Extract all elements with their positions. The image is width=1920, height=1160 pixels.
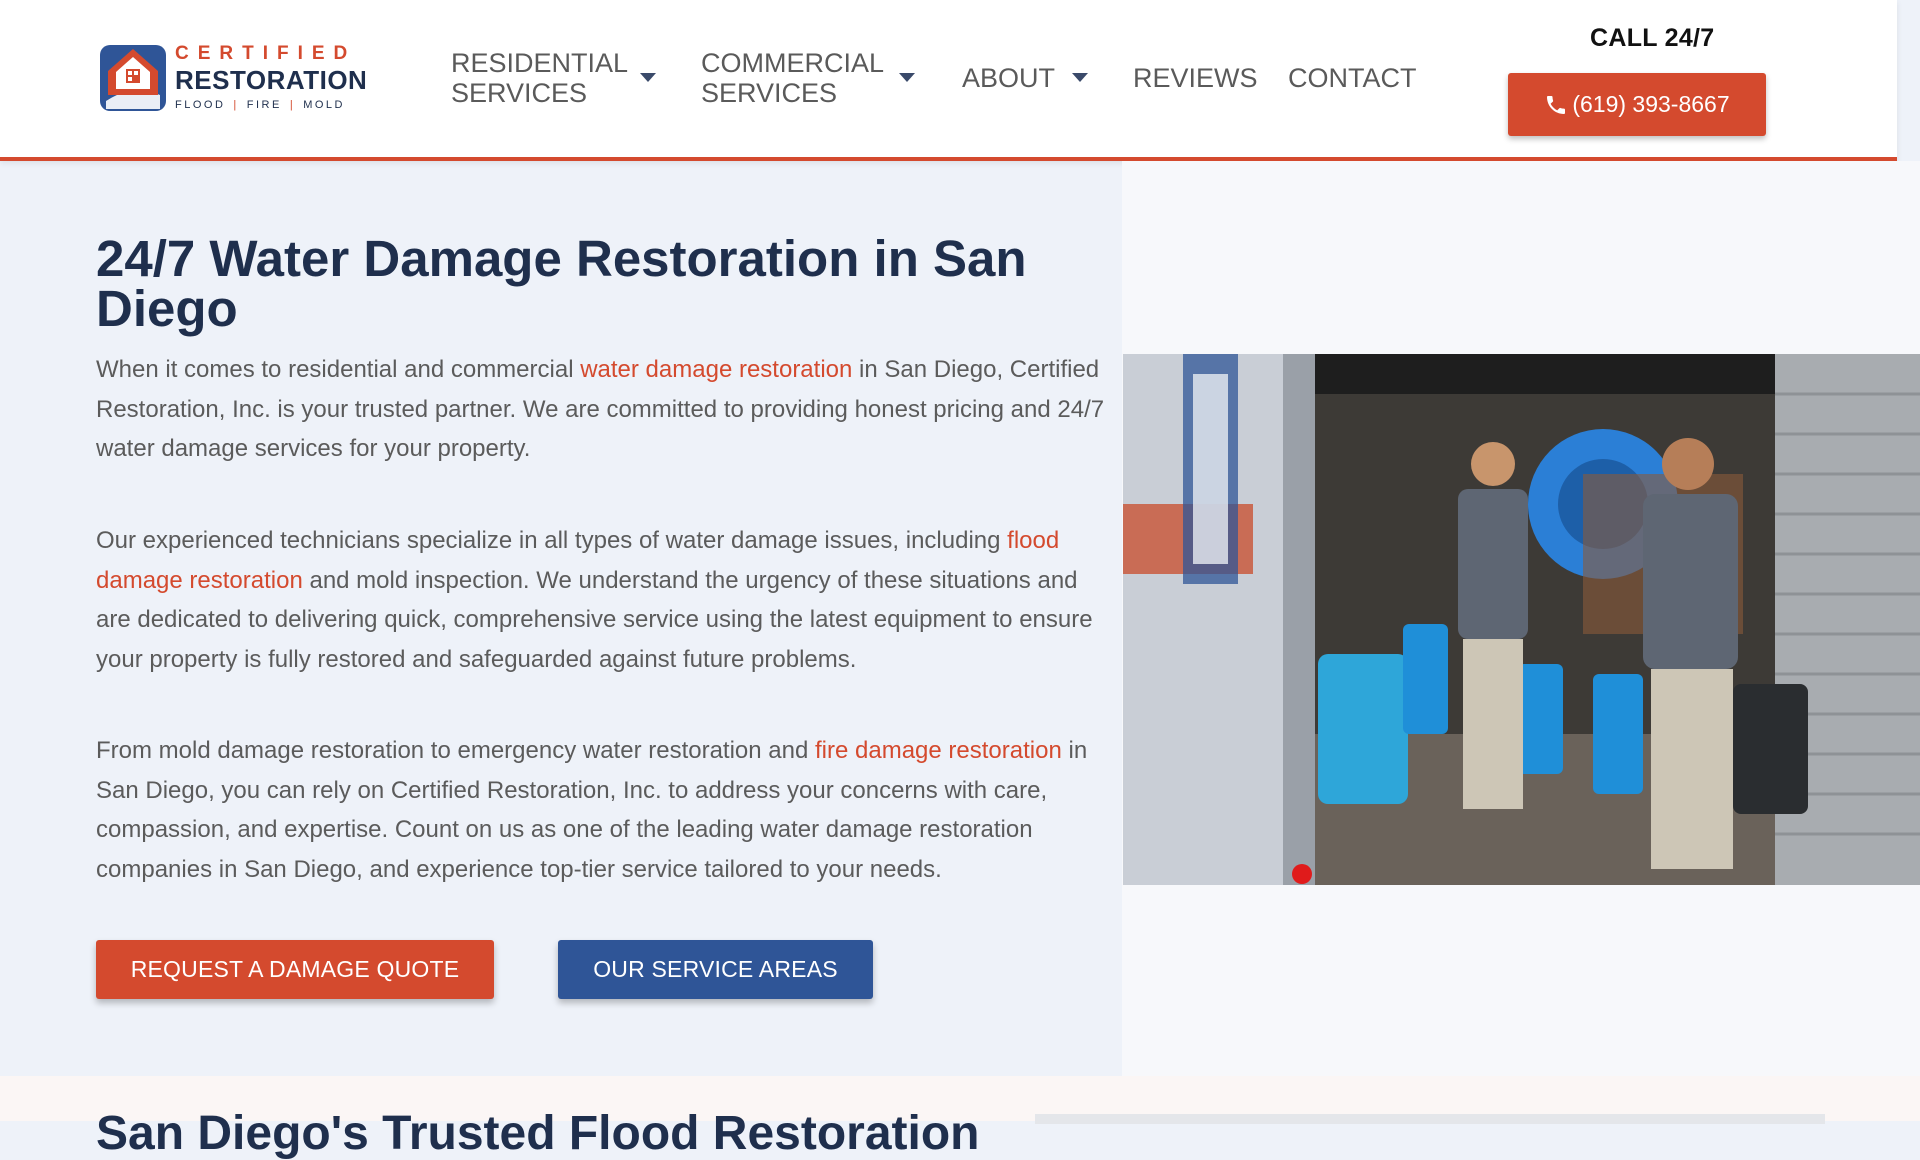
fire-damage-restoration-link[interactable]: fire damage restoration	[815, 737, 1062, 764]
intro-paragraph: When it comes to residential and commerc…	[96, 350, 1106, 469]
phone-icon	[1547, 95, 1566, 114]
logo-tag-flood: FLOOD	[175, 99, 226, 111]
request-damage-quote-button[interactable]: REQUEST A DAMAGE QUOTE	[96, 940, 494, 999]
nav-commercial-services[interactable]: COMMERCIAL SERVICES	[701, 48, 923, 108]
logo-tag-sep: |	[289, 99, 296, 111]
chevron-down-icon	[1072, 73, 1088, 82]
call-24-7-label: CALL 24/7	[1590, 24, 1715, 52]
nav-label-line2: SERVICES	[701, 78, 838, 108]
nav-label-line1: RESIDENTIAL	[451, 48, 629, 78]
technicians-paragraph: Our experienced technicians specialize i…	[96, 521, 1106, 679]
nav-reviews[interactable]: REVIEWS	[1133, 63, 1258, 93]
carousel-indicator-dot[interactable]	[1292, 864, 1312, 884]
nav-label-line1: COMMERCIAL	[701, 48, 885, 78]
nav-label: REVIEWS	[1133, 63, 1258, 93]
water-damage-restoration-link[interactable]: water damage restoration	[580, 356, 852, 383]
phone-call-button[interactable]: (619) 393-8667	[1508, 73, 1766, 136]
house-logo-icon	[100, 45, 166, 111]
logo-tag-sep: |	[233, 99, 239, 111]
nav-contact[interactable]: CONTACT	[1288, 63, 1417, 93]
hero-photo-technicians-truck	[1123, 354, 1920, 885]
nav-label: CONTACT	[1288, 63, 1417, 93]
phone-number: (619) 393-8667	[1572, 91, 1730, 117]
nav-about[interactable]: ABOUT	[962, 63, 1092, 93]
service-areas-button[interactable]: OUR SERVICE AREAS	[558, 940, 873, 999]
logo-tag-fire: FIRE	[246, 99, 282, 111]
site-header: CERTIFIED RESTORATION FLOOD | FIRE | MOLD RE…	[0, 0, 1897, 161]
logo-tagline: FLOOD | FIRE | MOLD	[175, 99, 345, 111]
nav-residential-services[interactable]: RESIDENTIAL SERVICES	[451, 48, 666, 108]
text: From mold damage restoration to emergenc…	[96, 737, 816, 764]
logo-word-certified: CERTIFIED	[175, 43, 357, 64]
chevron-down-icon	[640, 73, 656, 82]
nav-label-line2: SERVICES	[451, 78, 588, 108]
logo-word-restoration: RESTORATION	[175, 65, 368, 95]
next-section-image-edge	[1035, 1114, 1825, 1124]
services-paragraph: From mold damage restoration to emergenc…	[96, 731, 1106, 889]
logo-tag-mold: MOLD	[303, 99, 345, 111]
company-logo[interactable]: CERTIFIED RESTORATION FLOOD | FIRE | MOLD	[98, 43, 367, 115]
text: Our experienced technicians specialize i…	[96, 527, 1008, 554]
page-title: 24/7 Water Damage Restoration in San Die…	[96, 230, 1027, 337]
chevron-down-icon	[899, 73, 915, 82]
text: When it comes to residential and commerc…	[96, 356, 581, 383]
next-section-heading: San Diego's Trusted Flood Restoration	[96, 1107, 980, 1160]
